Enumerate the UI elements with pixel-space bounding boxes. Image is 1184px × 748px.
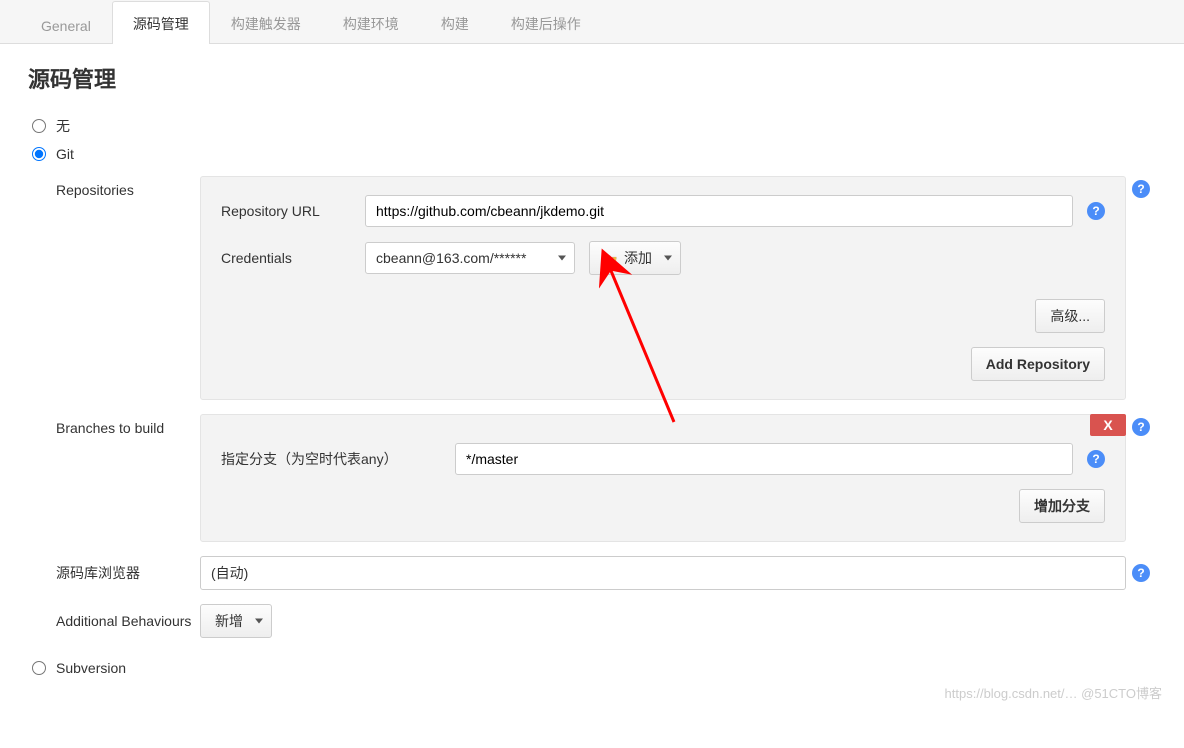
add-credentials-button[interactable]: 添加 <box>589 241 681 275</box>
scm-none-radio[interactable] <box>32 119 46 133</box>
scm-git-radio[interactable] <box>32 147 46 161</box>
add-credentials-label: 添加 <box>624 248 652 268</box>
repositories-section: Repositories Repository URL ? Credential… <box>28 176 1156 400</box>
help-icon[interactable]: ? <box>1132 180 1150 198</box>
branches-section: Branches to build X 指定分支（为空时代表any） ? 增加分… <box>28 414 1156 542</box>
repo-browser-section: 源码库浏览器 (自动) ? <box>28 556 1156 590</box>
repo-browser-value: (自动) <box>211 563 248 583</box>
tab-triggers[interactable]: 构建触发器 <box>210 1 322 44</box>
tab-post[interactable]: 构建后操作 <box>490 1 602 44</box>
scm-content: 无 Git Repositories Repository URL ? Cred… <box>0 116 1184 706</box>
key-icon <box>604 251 618 265</box>
delete-branch-button[interactable]: X <box>1090 414 1126 436</box>
behaviours-section: Additional Behaviours 新增 <box>28 604 1156 638</box>
chevron-down-icon <box>558 256 566 261</box>
repo-browser-label: 源码库浏览器 <box>28 563 200 583</box>
tab-env[interactable]: 构建环境 <box>322 1 420 44</box>
add-behaviour-label: 新增 <box>215 611 243 631</box>
branch-row: 指定分支（为空时代表any） ? <box>221 443 1105 475</box>
scm-svn-radio[interactable] <box>32 661 46 675</box>
chevron-down-icon <box>664 256 672 261</box>
repositories-label: Repositories <box>28 176 200 198</box>
repo-url-row: Repository URL ? <box>221 195 1105 227</box>
help-icon[interactable]: ? <box>1132 564 1150 582</box>
scm-svn-label: Subversion <box>56 660 126 676</box>
scm-git-option[interactable]: Git <box>32 146 1152 162</box>
branches-label: Branches to build <box>28 414 200 436</box>
behaviours-label: Additional Behaviours <box>28 613 200 629</box>
tab-scm[interactable]: 源码管理 <box>112 1 210 44</box>
advanced-button[interactable]: 高级... <box>1035 299 1105 333</box>
branch-spec-label: 指定分支（为空时代表any） <box>221 449 441 469</box>
scm-none-label: 无 <box>56 116 70 136</box>
repositories-panel: Repository URL ? Credentials cbeann@163.… <box>200 176 1126 400</box>
tab-build[interactable]: 构建 <box>420 1 490 44</box>
add-repository-button[interactable]: Add Repository <box>971 347 1105 381</box>
add-branch-button[interactable]: 增加分支 <box>1019 489 1105 523</box>
credentials-value: cbeann@163.com/****** <box>376 250 526 266</box>
add-behaviour-button[interactable]: 新增 <box>200 604 272 638</box>
credentials-select[interactable]: cbeann@163.com/****** <box>365 242 575 274</box>
credentials-label: Credentials <box>221 250 351 266</box>
branches-panel: X 指定分支（为空时代表any） ? 增加分支 <box>200 414 1126 542</box>
repo-url-input[interactable] <box>365 195 1073 227</box>
scm-none-option[interactable]: 无 <box>32 116 1152 136</box>
help-icon[interactable]: ? <box>1087 202 1105 220</box>
scm-git-label: Git <box>56 146 74 162</box>
chevron-down-icon <box>255 619 263 624</box>
page-title: 源码管理 <box>0 44 1184 106</box>
credentials-row: Credentials cbeann@163.com/****** 添加 <box>221 241 1105 275</box>
tab-general[interactable]: General <box>20 5 112 44</box>
config-tabs: General 源码管理 构建触发器 构建环境 构建 构建后操作 <box>0 0 1184 44</box>
help-icon[interactable]: ? <box>1132 418 1150 436</box>
repo-browser-select[interactable]: (自动) <box>200 556 1126 590</box>
help-icon[interactable]: ? <box>1087 450 1105 468</box>
repo-url-label: Repository URL <box>221 203 351 219</box>
branch-spec-input[interactable] <box>455 443 1073 475</box>
watermark: https://blog.csdn.net/… @51CTO博客 <box>945 683 1162 702</box>
scm-svn-option[interactable]: Subversion <box>32 660 1152 676</box>
